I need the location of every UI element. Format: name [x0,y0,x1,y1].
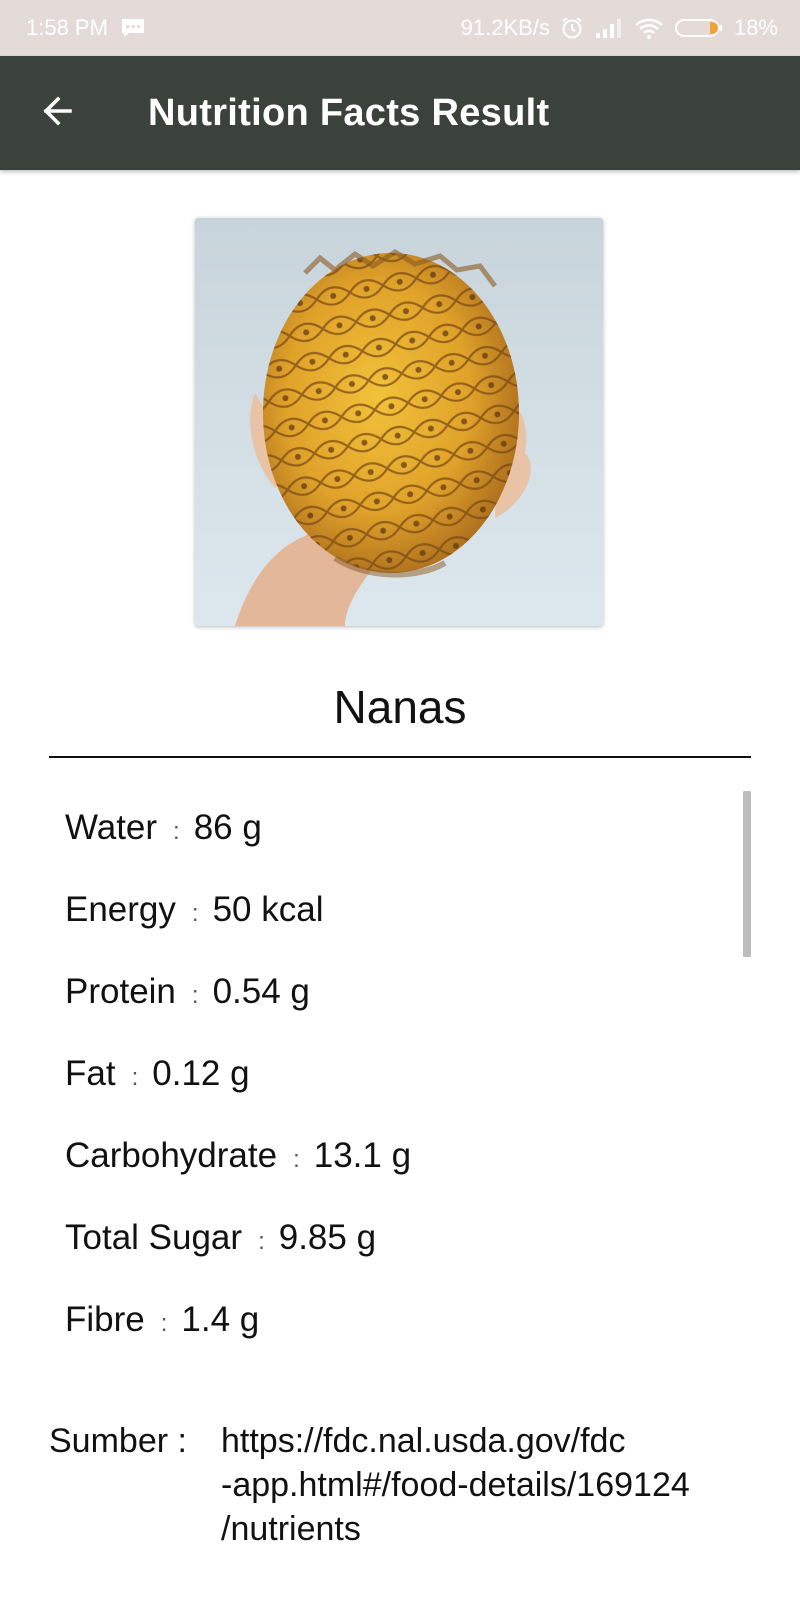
source-url-line: -app.html#/food-details/169124 [221,1466,690,1504]
app-bar: Nutrition Facts Result [0,56,800,170]
nutrient-value: 0.12 g [152,1054,250,1093]
status-right: 91.2KB/s 18% [461,15,778,41]
nutrient-list: Water : 86 g Energy : 50 kcal Protein : … [65,808,725,1382]
nutrient-value: 50 kcal [212,890,324,929]
battery-level: 18% [733,15,778,40]
nutrient-row-energy: Energy : 50 kcal [65,890,725,972]
alarm-icon [560,16,584,40]
nutrient-row-total-sugar: Total Sugar : 9.85 g [65,1218,725,1300]
nutrient-value: 1.4 g [181,1300,260,1339]
battery-icon [674,17,724,39]
source-url-line: https://fdc.nal.usda.gov/fdc [221,1422,626,1460]
page-title: Nutrition Facts Result [148,91,550,134]
nutrient-separator: : [173,818,180,845]
nutrient-value: 13.1 g [313,1136,412,1175]
nutrient-value: 86 g [193,808,262,847]
nutrient-label: Protein [65,972,176,1011]
nutrient-row-fibre: Fibre : 1.4 g [65,1300,725,1382]
back-button[interactable] [0,56,112,170]
source-label: Sumber : [49,1422,187,1460]
nutrient-label: Total Sugar [65,1218,243,1257]
nutrient-label: Water [65,808,158,847]
food-name: Nanas [333,681,467,733]
nutrient-label: Energy [65,890,176,929]
source-url-line: /nutrients [221,1510,361,1548]
nutrient-separator: : [191,982,199,1009]
nutrient-label: Carbohydrate [65,1136,278,1175]
nutrient-label: Fibre [65,1300,145,1339]
status-bar: 1:58 PM 91.2KB/s 18% [0,0,800,56]
nutrient-label: Fat [65,1054,116,1093]
signal-icon [594,17,624,39]
source-url: https://fdc.nal.usda.gov/fdc -app.html#/… [221,1419,761,1551]
nutrient-row-fat: Fat : 0.12 g [65,1054,725,1136]
nutrient-separator: : [131,1064,139,1091]
status-time: 1:58 PM [26,15,108,40]
nutrient-value: 0.54 g [212,972,310,1011]
network-speed: 91.2KB/s [460,15,550,40]
divider [49,756,751,758]
nutrient-separator: : [258,1228,265,1255]
scrollbar-thumb[interactable] [743,791,751,957]
nutrient-value: 9.85 g [278,1218,377,1257]
nutrient-row-water: Water : 86 g [65,808,725,890]
status-left: 1:58 PM [26,15,146,41]
nutrient-separator: : [191,900,199,927]
nutrient-row-carbohydrate: Carbohydrate : 13.1 g [65,1136,725,1218]
source-section: Sumber : https://fdc.nal.usda.gov/fdc -a… [49,1422,769,1551]
arrow-left-icon [38,93,74,134]
nutrient-separator: : [293,1146,300,1173]
food-photo [195,218,603,626]
wifi-icon [634,16,664,40]
nutrient-separator: : [160,1310,168,1337]
nutrient-row-protein: Protein : 0.54 g [65,972,725,1054]
message-icon [120,17,146,39]
